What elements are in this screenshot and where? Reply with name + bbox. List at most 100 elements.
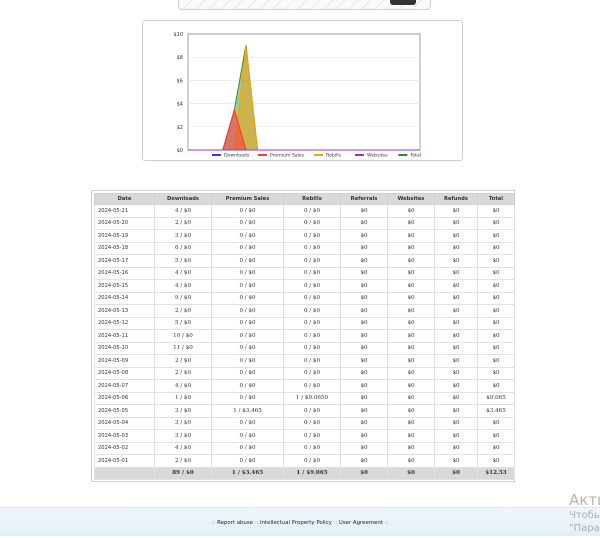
table-cell: 0 / $0 bbox=[211, 316, 284, 330]
table-cell: $0 bbox=[434, 266, 478, 280]
column-header: Date bbox=[94, 193, 155, 205]
totals-cell: 1 / $3.465 bbox=[211, 466, 284, 480]
y-tick-label: $10 bbox=[173, 32, 183, 38]
ip-policy-link[interactable]: Intellectual Property Policy bbox=[260, 520, 332, 526]
table-cell: 0 / $0 bbox=[211, 241, 284, 255]
table-cell: 0 / $0 bbox=[283, 241, 341, 255]
table-cell: $0 bbox=[477, 441, 515, 455]
table-cell: 0 / $0 bbox=[283, 279, 341, 293]
totals-cell: 89 / $0 bbox=[154, 466, 212, 480]
table-cell: $0 bbox=[340, 404, 388, 418]
table-row: 2024-05-15 4 / $0 0 / $0 0 / $0 $0 $0 $0 $0 bbox=[94, 279, 515, 293]
table-cell: $0 bbox=[387, 429, 435, 443]
table-cell: $0 bbox=[340, 379, 388, 393]
table-cell: 2024-05-20 bbox=[94, 216, 155, 230]
table-cell: $9.065 bbox=[477, 391, 515, 405]
table-cell: $0 bbox=[477, 229, 515, 243]
table-row: 2024-05-12 5 / $0 0 / $0 0 / $0 $0 $0 $0 $0 bbox=[94, 316, 515, 330]
table-cell: $0 bbox=[340, 341, 388, 355]
table-cell: 2 / $0 bbox=[154, 454, 212, 468]
table-cell: 2024-05-04 bbox=[94, 416, 155, 430]
table-cell: $0 bbox=[477, 216, 515, 230]
table-cell: 0 / $0 bbox=[283, 354, 341, 368]
table-cell: 0 / $0 bbox=[211, 354, 284, 368]
table-cell: 2024-05-15 bbox=[94, 279, 155, 293]
table-cell: 0 / $0 bbox=[211, 329, 284, 343]
table-cell: $0 bbox=[340, 279, 388, 293]
table-cell: 5 / $0 bbox=[154, 316, 212, 330]
table-cell: $0 bbox=[434, 429, 478, 443]
table-cell: 0 / $0 bbox=[283, 216, 341, 230]
table-row: 2024-05-10 11 / $0 0 / $0 0 / $0 $0 $0 $0 $0 bbox=[94, 341, 515, 355]
table-cell: 2024-05-21 bbox=[94, 204, 155, 218]
table-cell: $0 bbox=[340, 391, 388, 405]
table-cell: 0 / $0 bbox=[211, 304, 284, 318]
table-cell: 0 / $0 bbox=[211, 366, 284, 380]
legend-swatch bbox=[398, 154, 408, 156]
table-cell: 0 / $0 bbox=[283, 329, 341, 343]
table-cell: $0 bbox=[434, 329, 478, 343]
table-cell: $0 bbox=[434, 366, 478, 380]
totals-cell: 1 / $9.065 bbox=[283, 466, 341, 480]
earnings-chart: $0 $2 $4 $6 $8 $10 Downloads Premium Sales Rebil… bbox=[173, 32, 421, 159]
table-cell: 11 / $0 bbox=[154, 341, 212, 355]
table-cell: 0 / $0 bbox=[211, 416, 284, 430]
table-cell: 3 / $0 bbox=[154, 404, 212, 418]
user-agreement-link[interactable]: User Agreement bbox=[339, 520, 383, 526]
table-cell: 9 / $0 bbox=[154, 291, 212, 305]
table-cell: 6 / $0 bbox=[154, 241, 212, 255]
table-cell: 0 / $0 bbox=[283, 404, 341, 418]
top-widget-button[interactable] bbox=[390, 0, 416, 5]
table-cell: 2024-05-18 bbox=[94, 241, 155, 255]
footer: :: Report abuse :: Intellectual Property… bbox=[0, 507, 600, 536]
table-cell: 0 / $0 bbox=[283, 454, 341, 468]
windows-activation-watermark: Акти Чтобы "Пара bbox=[569, 492, 600, 535]
table-cell: $0 bbox=[477, 316, 515, 330]
table-cell: 2024-05-03 bbox=[94, 429, 155, 443]
table-cell: 2 / $0 bbox=[154, 216, 212, 230]
table-cell: $0 bbox=[477, 204, 515, 218]
table-cell: $0 bbox=[477, 241, 515, 255]
table-cell: $0 bbox=[387, 316, 435, 330]
table-cell: $0 bbox=[340, 454, 388, 468]
table-row: 2024-05-14 9 / $0 0 / $0 0 / $0 $0 $0 $0 $0 bbox=[94, 291, 515, 305]
column-header: Downloads bbox=[154, 193, 212, 205]
column-header: Referrals bbox=[340, 193, 388, 205]
table-cell: 2 / $0 bbox=[154, 354, 212, 368]
table-cell: 0 / $0 bbox=[283, 429, 341, 443]
table-cell: $0 bbox=[340, 304, 388, 318]
legend-label: Downloads bbox=[224, 153, 250, 159]
watermark-line-3: "Пара bbox=[569, 523, 600, 534]
table-row: 2024-05-01 2 / $0 0 / $0 0 / $0 $0 $0 $0 $0 bbox=[94, 454, 515, 468]
table-cell: $0 bbox=[434, 279, 478, 293]
table-cell: 0 / $0 bbox=[211, 216, 284, 230]
y-tick-label: $6 bbox=[177, 78, 183, 84]
table-cell: $0 bbox=[387, 229, 435, 243]
table-cell: $0 bbox=[434, 341, 478, 355]
table-cell: 2024-05-11 bbox=[94, 329, 155, 343]
column-header: Rebills bbox=[283, 193, 341, 205]
report-abuse-link[interactable]: Report abuse bbox=[217, 520, 253, 526]
table-row: 2024-05-20 2 / $0 0 / $0 0 / $0 $0 $0 $0 $0 bbox=[94, 216, 515, 230]
table-cell: $0 bbox=[477, 454, 515, 468]
table-cell: 2024-05-08 bbox=[94, 366, 155, 380]
table-cell: $0 bbox=[477, 341, 515, 355]
y-tick-label: $2 bbox=[177, 125, 183, 131]
table-cell: 0 / $0 bbox=[283, 304, 341, 318]
table-cell: 1 / $0 bbox=[154, 391, 212, 405]
table-cell: $0 bbox=[340, 329, 388, 343]
y-tick-label: $4 bbox=[177, 102, 183, 108]
table-cell: 0 / $0 bbox=[283, 366, 341, 380]
table-cell: $0 bbox=[387, 241, 435, 255]
table-cell: 2024-05-14 bbox=[94, 291, 155, 305]
table-cell: 0 / $0 bbox=[283, 316, 341, 330]
table-cell: 0 / $0 bbox=[211, 204, 284, 218]
table-cell: 5 / $0 bbox=[154, 254, 212, 268]
table-cell: $0 bbox=[434, 316, 478, 330]
table-cell: $0 bbox=[340, 366, 388, 380]
table-cell: $0 bbox=[387, 366, 435, 380]
table-cell: $0 bbox=[477, 279, 515, 293]
table-row: 2024-05-21 4 / $0 0 / $0 0 / $0 $0 $0 $0 $0 bbox=[94, 204, 515, 218]
table-cell: $0 bbox=[387, 216, 435, 230]
table-cell: 0 / $0 bbox=[283, 291, 341, 305]
